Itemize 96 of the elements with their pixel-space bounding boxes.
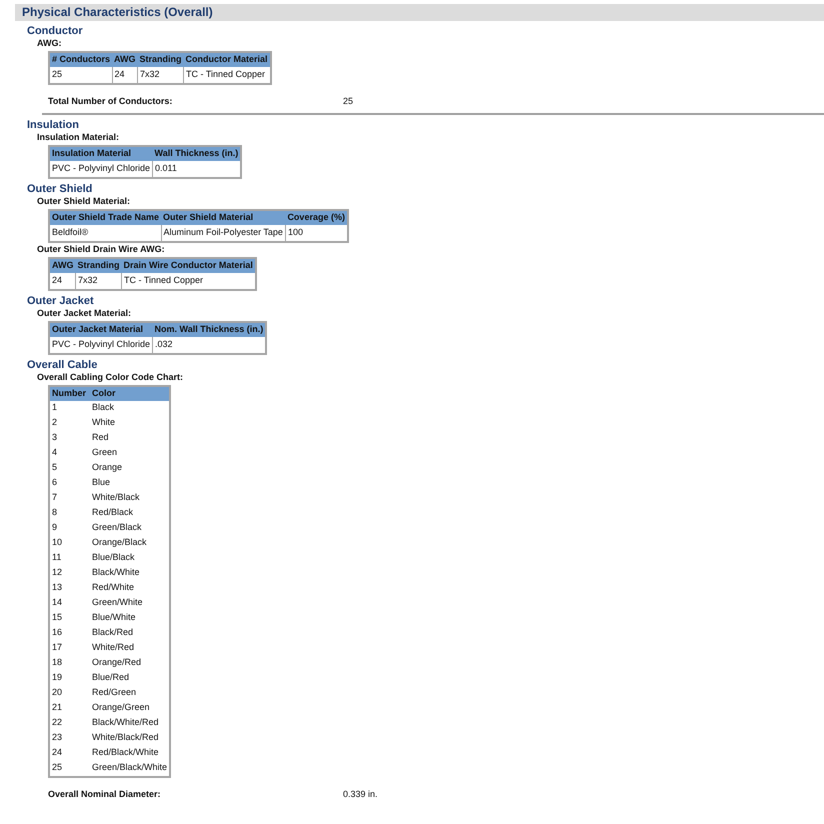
column-header: Stranding	[76, 258, 122, 273]
table-cell: Red/Black	[90, 506, 170, 521]
field-label: Total Number of Conductors:	[48, 96, 172, 106]
table-cell: 20	[49, 686, 90, 701]
column-header: Coverage (%)	[285, 210, 348, 225]
table-cell: 24	[112, 67, 138, 84]
table-cell: 7x32	[76, 273, 122, 290]
column-header: AWG	[112, 52, 138, 67]
table-cell: 14	[49, 596, 90, 611]
field-value: 0.339 in.	[343, 789, 378, 799]
column-header: Outer Shield Trade Name	[49, 210, 162, 225]
table-cell: Red/Black/White	[90, 746, 170, 761]
field-label: Overall Nominal Diameter:	[48, 789, 161, 799]
table-cell: 6	[49, 476, 90, 491]
table-label: Outer Shield Drain Wire AWG:	[37, 244, 165, 254]
column-header: Stranding	[138, 52, 184, 67]
column-header: Drain Wire Conductor Material	[122, 258, 256, 273]
table-label: Insulation Material:	[37, 132, 120, 142]
table-cell: Red/White	[90, 581, 170, 596]
table-cell: 25	[49, 761, 90, 777]
table-cell: 18	[49, 656, 90, 671]
table-cell: 24	[49, 746, 90, 761]
table-cell: .032	[152, 337, 266, 354]
table-cell: 2	[49, 416, 90, 431]
section-heading: Conductor	[27, 25, 83, 37]
table-cell: 17	[49, 641, 90, 656]
table-cell: 12	[49, 566, 90, 581]
column-header: Outer Shield Material	[161, 210, 286, 225]
section-heading: Outer Shield	[27, 183, 92, 195]
table-cell: Blue/Red	[90, 671, 170, 686]
column-header: Outer Jacket Material	[49, 322, 153, 337]
table-cell: Blue/White	[90, 611, 170, 626]
table-cell: 13	[49, 581, 90, 596]
table-cell: 22	[49, 716, 90, 731]
table-cell: 8	[49, 506, 90, 521]
table-cell: 23	[49, 731, 90, 746]
column-header: Insulation Material	[49, 146, 153, 161]
table-cell: 7	[49, 491, 90, 506]
table-cell: 4	[49, 446, 90, 461]
table-cell: Blue/Black	[90, 551, 170, 566]
table-cell: Red/Green	[90, 686, 170, 701]
column-header: Number	[49, 386, 90, 401]
table-cell: Blue	[90, 476, 170, 491]
table-cell: Green/Black/White	[90, 761, 170, 777]
table-label: Overall Cabling Color Code Chart:	[37, 372, 184, 382]
page-title: Physical Characteristics (Overall)	[22, 5, 213, 19]
table-cell: 19	[49, 671, 90, 686]
table-cell: TC - Tinned Copper	[122, 273, 256, 290]
table-cell: 100	[285, 225, 348, 242]
table-cell: Orange/Green	[90, 701, 170, 716]
section-heading: Insulation	[27, 119, 79, 131]
column-header: Nom. Wall Thickness (in.)	[152, 322, 266, 337]
field-value: 25	[343, 96, 354, 106]
table-cell: TC - Tinned Copper	[184, 67, 271, 84]
table-cell: PVC - Polyvinyl Chloride	[49, 337, 153, 354]
table-cell: Green/White	[90, 596, 170, 611]
table-cell: Green/Black	[90, 521, 170, 536]
column-header: Conductor Material	[184, 52, 271, 67]
table-cell: 16	[49, 626, 90, 641]
table-cell: 5	[49, 461, 90, 476]
table-cell: Beldfoil®	[49, 225, 162, 242]
column-header: AWG	[49, 258, 76, 273]
table-cell: Orange/Red	[90, 656, 170, 671]
table-cell: 21	[49, 701, 90, 716]
table-cell: Aluminum Foil-Polyester Tape	[161, 225, 286, 242]
table-cell: White/Black/Red	[90, 731, 170, 746]
table-cell: Orange/Black	[90, 536, 170, 551]
table-cell: Black/White	[90, 566, 170, 581]
table-cell: Black	[90, 401, 170, 416]
column-header: Wall Thickness (in.)	[152, 146, 242, 161]
table-cell: Black/White/Red	[90, 716, 170, 731]
table-label: Outer Shield Material:	[37, 196, 130, 206]
table-cell: 11	[49, 551, 90, 566]
column-header: # Conductors	[49, 52, 112, 67]
table-cell: 24	[49, 273, 76, 290]
table-cell: Green	[90, 446, 170, 461]
table-cell: 1	[49, 401, 90, 416]
section-heading: Outer Jacket	[27, 295, 94, 307]
table-cell: 0.011	[152, 161, 242, 178]
table-cell: PVC - Polyvinyl Chloride	[49, 161, 153, 178]
table-cell: White	[90, 416, 170, 431]
table-cell: White/Black	[90, 491, 170, 506]
column-header: Color	[90, 386, 170, 401]
table-cell: 15	[49, 611, 90, 626]
table-label: AWG:	[37, 38, 62, 48]
table-cell: Black/Red	[90, 626, 170, 641]
table-cell: White/Red	[90, 641, 170, 656]
table-cell: 3	[49, 431, 90, 446]
table-cell: 9	[49, 521, 90, 536]
section-heading: Overall Cable	[27, 359, 98, 371]
table-cell: 25	[49, 67, 112, 84]
table-label: Outer Jacket Material:	[37, 308, 132, 318]
table-cell: Red	[90, 431, 170, 446]
table-cell: 7x32	[138, 67, 184, 84]
table-cell: Orange	[90, 461, 170, 476]
table-cell: 10	[49, 536, 90, 551]
